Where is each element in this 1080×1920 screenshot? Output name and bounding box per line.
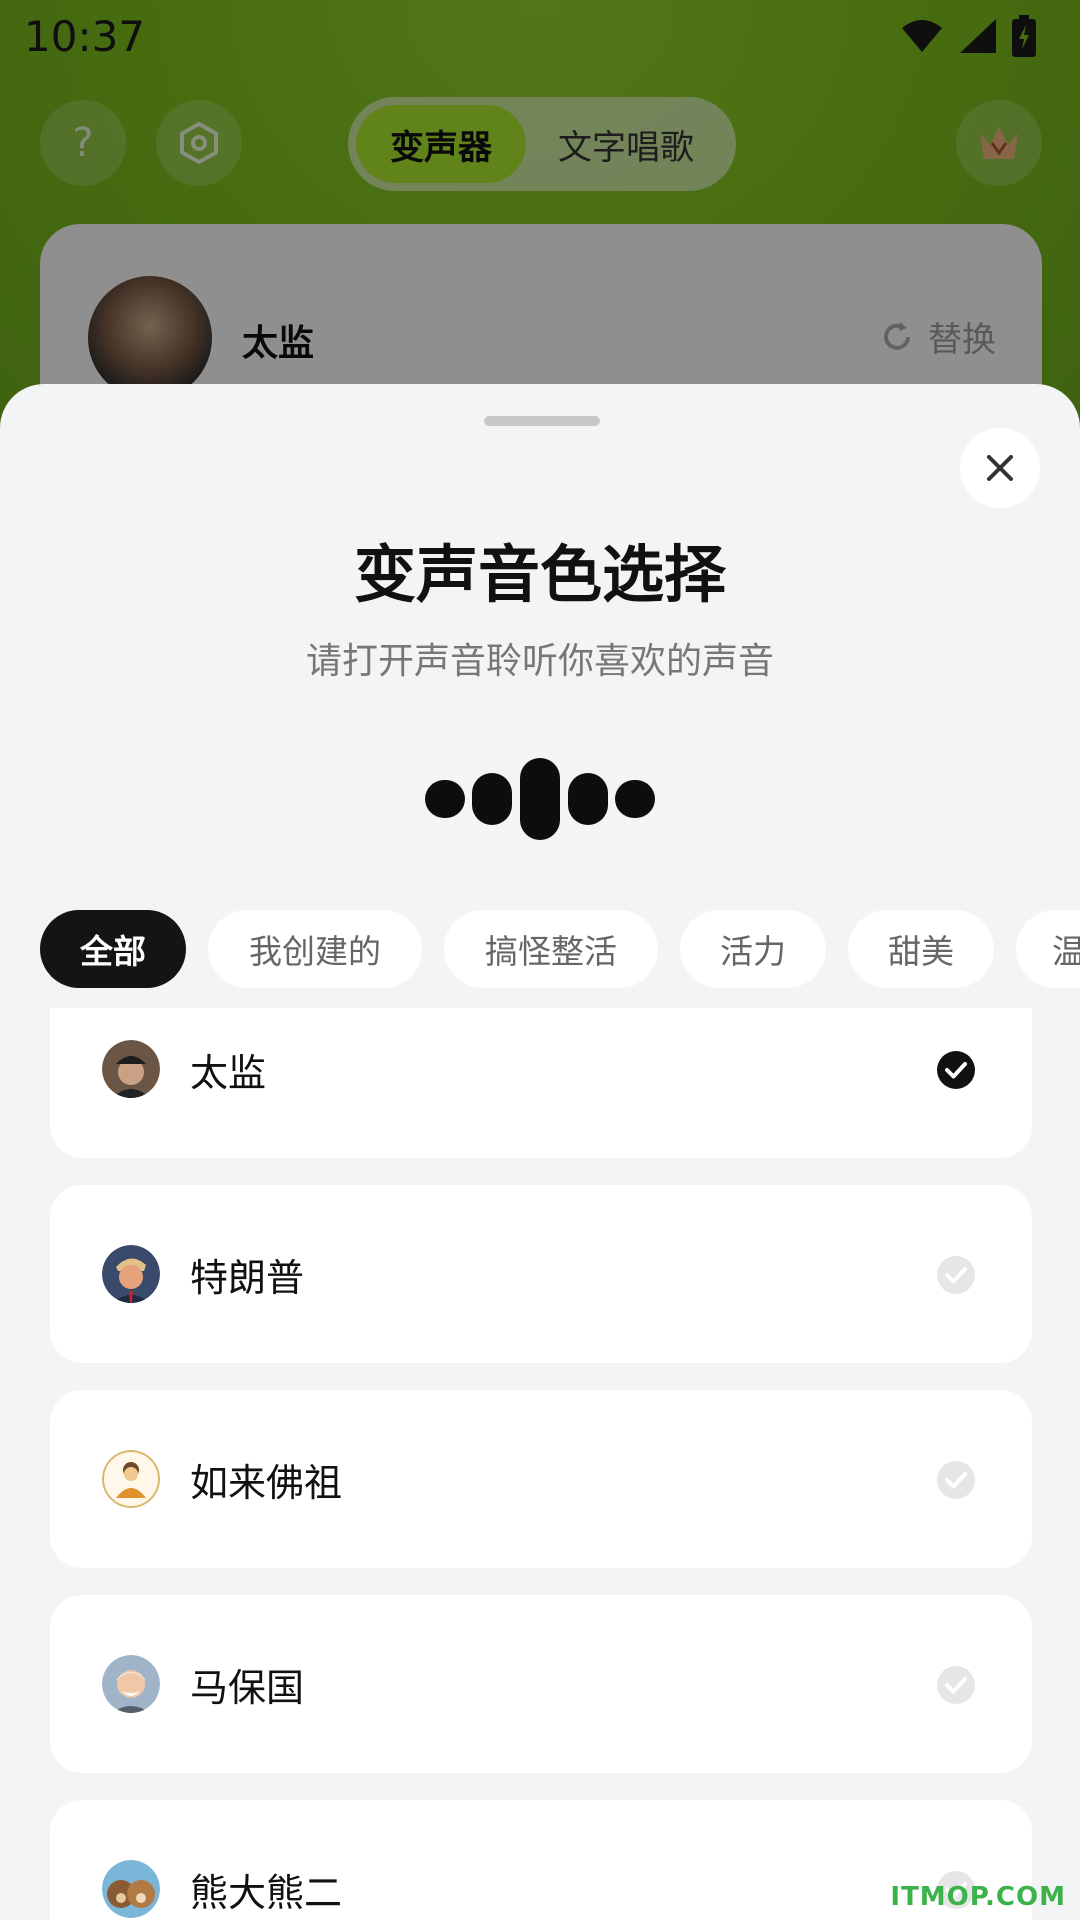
eunuch-avatar-icon [102, 1040, 160, 1098]
buddha-avatar-icon [102, 1450, 160, 1508]
list-item[interactable]: 太监 [50, 1008, 1032, 1158]
category-chip-sweet[interactable]: 甜美 [848, 910, 994, 988]
voice-name: 如来佛祖 [190, 1461, 343, 1505]
list-item[interactable]: 马保国 [50, 1595, 1032, 1773]
category-chip-funny[interactable]: 搞怪整活 [444, 910, 658, 988]
audio-wave-icon [425, 758, 655, 840]
close-icon [987, 455, 1013, 481]
sheet-title: 变声音色选择 [353, 538, 726, 611]
trump-avatar-icon [102, 1245, 160, 1303]
sheet-subtitle: 请打开声音聆听你喜欢的声音 [305, 641, 774, 682]
check-unselected-icon [937, 1256, 975, 1294]
check-selected-icon [937, 1051, 975, 1089]
list-item[interactable]: 特朗普 [50, 1185, 1032, 1363]
old-man-avatar-icon [102, 1655, 160, 1713]
drag-handle[interactable] [484, 416, 600, 426]
close-button[interactable] [960, 428, 1040, 508]
voice-name: 特朗普 [190, 1256, 305, 1300]
voice-name: 马保国 [190, 1666, 305, 1710]
list-item[interactable]: 熊大熊二 [50, 1800, 1032, 1920]
check-unselected-icon [937, 1666, 975, 1704]
voice-name: 太监 [190, 1051, 267, 1095]
check-unselected-icon [937, 1461, 975, 1499]
category-chip-all[interactable]: 全部 [40, 910, 186, 988]
voice-select-sheet: 变声音色选择 请打开声音聆听你喜欢的声音 全部 我创建的 搞怪整活 活力 甜美温 太监 … [0, 384, 1080, 1920]
watermark: ITMOP.COM [890, 1882, 1066, 1912]
category-chip-energetic[interactable]: 活力 [680, 910, 826, 988]
voice-name: 熊大熊二 [190, 1871, 343, 1915]
category-chip-created[interactable]: 我创建的 [208, 910, 422, 988]
list-item[interactable]: 如来佛祖 [50, 1390, 1032, 1568]
category-tabs: 全部 我创建的 搞怪整活 活力 甜美温 [40, 910, 1080, 990]
voice-list: 太监 特朗普 如来佛祖 马保国 熊大熊二 [50, 1008, 1032, 1920]
bears-avatar-icon [102, 1860, 160, 1918]
category-chip-gentle[interactable]: 温 [1016, 910, 1080, 988]
